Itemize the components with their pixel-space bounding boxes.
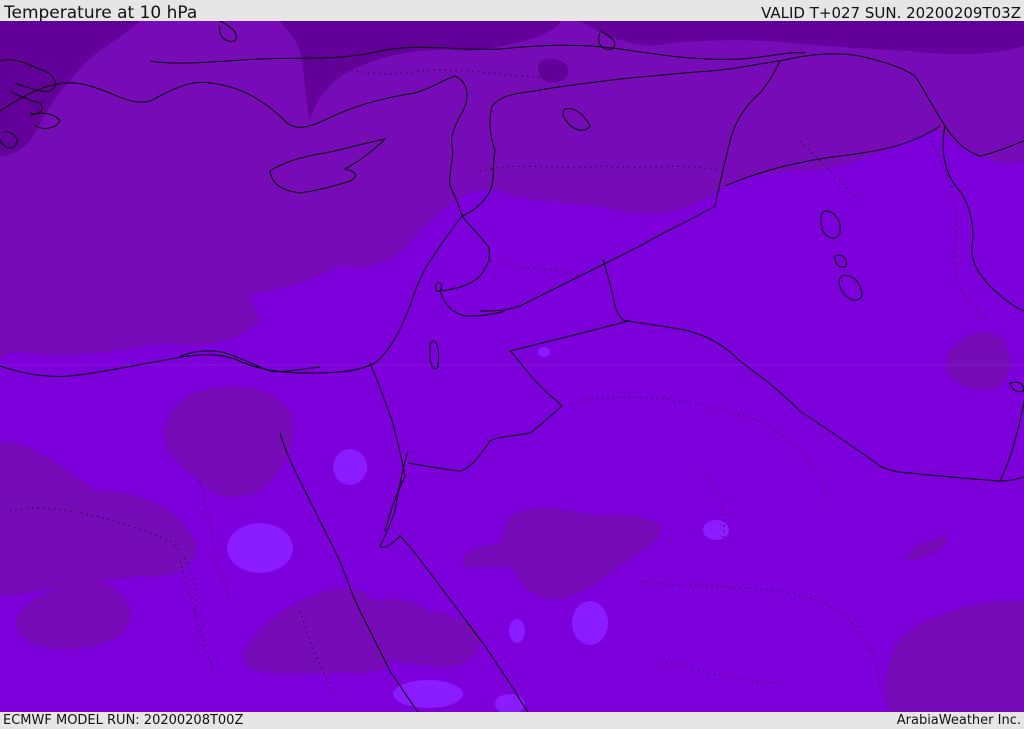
- credit: ArabiaWeather Inc.: [896, 713, 1021, 728]
- temperature-map[interactable]: [0, 21, 1024, 712]
- header-bar: Temperature at 10 hPa VALID T+027 SUN. 2…: [0, 0, 1024, 23]
- map-canvas: [0, 21, 1024, 712]
- footer-bar: ECMWF MODEL RUN: 20200208T00Z ArabiaWeat…: [0, 712, 1024, 729]
- model-run: ECMWF MODEL RUN: 20200208T00Z: [3, 713, 244, 728]
